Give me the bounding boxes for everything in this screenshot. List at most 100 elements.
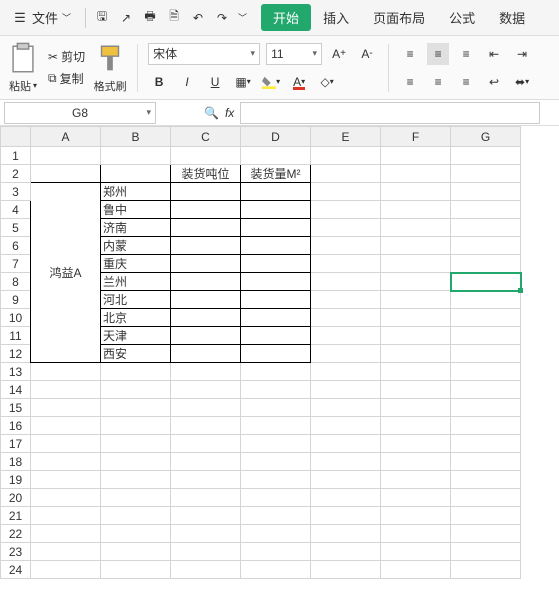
cell-G1[interactable] bbox=[451, 147, 521, 165]
cell-G18[interactable] bbox=[451, 453, 521, 471]
cell-E9[interactable] bbox=[311, 291, 381, 309]
col-header-B[interactable]: B bbox=[101, 127, 171, 147]
cell-G17[interactable] bbox=[451, 435, 521, 453]
copy-button[interactable]: ⧉复制 bbox=[46, 69, 87, 88]
font-name-select[interactable]: 宋体▾ bbox=[148, 43, 260, 65]
align-middle-button[interactable]: ≡ bbox=[427, 43, 449, 65]
cell-C16[interactable] bbox=[171, 417, 241, 435]
print-icon[interactable]: 🖶 bbox=[142, 10, 158, 26]
row-header-7[interactable]: 7 bbox=[1, 255, 31, 273]
format-painter-group[interactable]: 格式刷 bbox=[93, 42, 127, 94]
cell-B11[interactable]: 天津 bbox=[101, 327, 171, 345]
cell-B17[interactable] bbox=[101, 435, 171, 453]
cell-F9[interactable] bbox=[381, 291, 451, 309]
cell-E22[interactable] bbox=[311, 525, 381, 543]
row-header-5[interactable]: 5 bbox=[1, 219, 31, 237]
cell-F16[interactable] bbox=[381, 417, 451, 435]
cell-D12[interactable] bbox=[241, 345, 311, 363]
cell-D10[interactable] bbox=[241, 309, 311, 327]
cell-C21[interactable] bbox=[171, 507, 241, 525]
cell-E19[interactable] bbox=[311, 471, 381, 489]
chevron-down-icon[interactable]: ﹀ bbox=[238, 11, 247, 24]
cell-F20[interactable] bbox=[381, 489, 451, 507]
cell-G14[interactable] bbox=[451, 381, 521, 399]
cell-G3[interactable] bbox=[451, 183, 521, 201]
cell-A17[interactable] bbox=[31, 435, 101, 453]
row-header-18[interactable]: 18 bbox=[1, 453, 31, 471]
cell-A19[interactable] bbox=[31, 471, 101, 489]
cell-B21[interactable] bbox=[101, 507, 171, 525]
col-header-A[interactable]: A bbox=[31, 127, 101, 147]
cell-C13[interactable] bbox=[171, 363, 241, 381]
select-all-corner[interactable] bbox=[1, 127, 31, 147]
cell-D9[interactable] bbox=[241, 291, 311, 309]
align-bottom-button[interactable]: ≡ bbox=[455, 43, 477, 65]
cell-D24[interactable] bbox=[241, 561, 311, 579]
cell-G6[interactable] bbox=[451, 237, 521, 255]
cell-D1[interactable] bbox=[241, 147, 311, 165]
cell-E17[interactable] bbox=[311, 435, 381, 453]
col-header-D[interactable]: D bbox=[241, 127, 311, 147]
cell-C23[interactable] bbox=[171, 543, 241, 561]
cell-D17[interactable] bbox=[241, 435, 311, 453]
cell-F23[interactable] bbox=[381, 543, 451, 561]
fill-color-button[interactable]: ▾ bbox=[260, 71, 282, 93]
cell-G19[interactable] bbox=[451, 471, 521, 489]
row-header-11[interactable]: 11 bbox=[1, 327, 31, 345]
cell-G20[interactable] bbox=[451, 489, 521, 507]
cell-C3[interactable] bbox=[171, 183, 241, 201]
cell-F5[interactable] bbox=[381, 219, 451, 237]
cell-D18[interactable] bbox=[241, 453, 311, 471]
cell-G4[interactable] bbox=[451, 201, 521, 219]
cell-F12[interactable] bbox=[381, 345, 451, 363]
cell-B14[interactable] bbox=[101, 381, 171, 399]
cell-C4[interactable] bbox=[171, 201, 241, 219]
cell-G2[interactable] bbox=[451, 165, 521, 183]
row-header-14[interactable]: 14 bbox=[1, 381, 31, 399]
cell-B16[interactable] bbox=[101, 417, 171, 435]
cell-B4[interactable]: 鲁中 bbox=[101, 201, 171, 219]
cell-A24[interactable] bbox=[31, 561, 101, 579]
cell-D13[interactable] bbox=[241, 363, 311, 381]
cell-F21[interactable] bbox=[381, 507, 451, 525]
increase-indent-button[interactable]: ⇥ bbox=[511, 43, 533, 65]
cell-B15[interactable] bbox=[101, 399, 171, 417]
cell-F3[interactable] bbox=[381, 183, 451, 201]
cell-F11[interactable] bbox=[381, 327, 451, 345]
cell-B12[interactable]: 西安 bbox=[101, 345, 171, 363]
cell-B3[interactable]: 郑州 bbox=[101, 183, 171, 201]
cell-C12[interactable] bbox=[171, 345, 241, 363]
row-header-1[interactable]: 1 bbox=[1, 147, 31, 165]
cell-E16[interactable] bbox=[311, 417, 381, 435]
cell-E7[interactable] bbox=[311, 255, 381, 273]
cell-F13[interactable] bbox=[381, 363, 451, 381]
cell-E1[interactable] bbox=[311, 147, 381, 165]
col-header-C[interactable]: C bbox=[171, 127, 241, 147]
menu-hamburger[interactable]: ☰ 文件 ﹀ bbox=[6, 6, 77, 29]
cell-G15[interactable] bbox=[451, 399, 521, 417]
col-header-E[interactable]: E bbox=[311, 127, 381, 147]
cell-G24[interactable] bbox=[451, 561, 521, 579]
cell-F4[interactable] bbox=[381, 201, 451, 219]
cell-A1[interactable] bbox=[31, 147, 101, 165]
row-header-13[interactable]: 13 bbox=[1, 363, 31, 381]
tab-insert[interactable]: 插入 bbox=[311, 4, 361, 31]
cell-B8[interactable]: 兰州 bbox=[101, 273, 171, 291]
cell-D22[interactable] bbox=[241, 525, 311, 543]
cell-F6[interactable] bbox=[381, 237, 451, 255]
cell-B5[interactable]: 济南 bbox=[101, 219, 171, 237]
cell-B6[interactable]: 内蒙 bbox=[101, 237, 171, 255]
cell-C1[interactable] bbox=[171, 147, 241, 165]
cell-G21[interactable] bbox=[451, 507, 521, 525]
cell-D14[interactable] bbox=[241, 381, 311, 399]
cell-D2[interactable]: 装货量M² bbox=[241, 165, 311, 183]
cell-C19[interactable] bbox=[171, 471, 241, 489]
decrease-indent-button[interactable]: ⇤ bbox=[483, 43, 505, 65]
row-header-23[interactable]: 23 bbox=[1, 543, 31, 561]
cell-G10[interactable] bbox=[451, 309, 521, 327]
cell-B20[interactable] bbox=[101, 489, 171, 507]
formula-input[interactable] bbox=[240, 102, 540, 124]
cell-C22[interactable] bbox=[171, 525, 241, 543]
tab-layout[interactable]: 页面布局 bbox=[361, 4, 437, 31]
tab-start[interactable]: 开始 bbox=[261, 4, 311, 31]
